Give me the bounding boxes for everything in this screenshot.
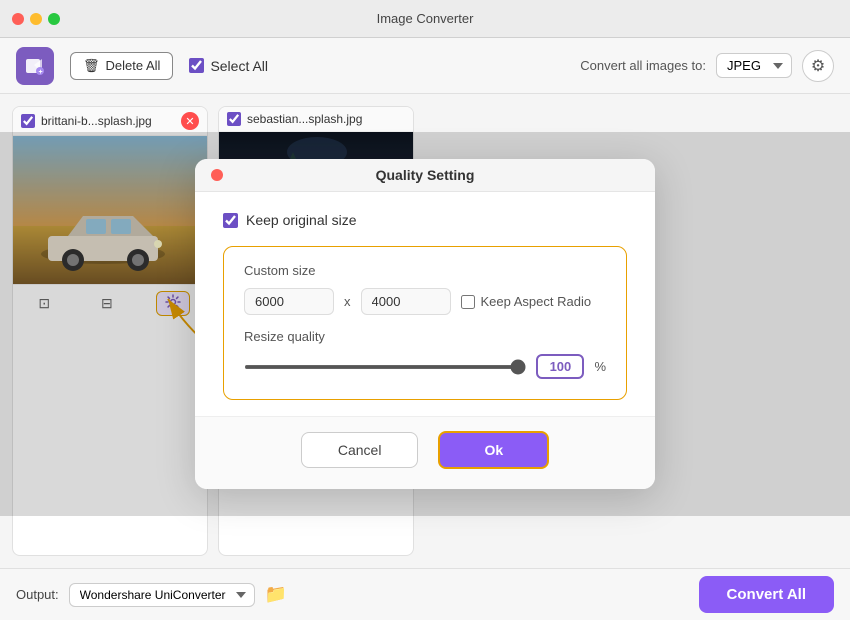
bottom-bar: Output: Wondershare UniConverter Desktop…: [0, 568, 850, 620]
filename-1: brittani-b...splash.jpg: [41, 114, 175, 128]
custom-size-label: Custom size: [244, 263, 606, 278]
quality-value-input[interactable]: [536, 354, 584, 379]
cancel-button[interactable]: Cancel: [301, 432, 419, 468]
keep-aspect-checkbox[interactable]: [461, 295, 475, 309]
slider-row: %: [244, 354, 606, 379]
output-path-select[interactable]: Wondershare UniConverter Desktop Downloa…: [69, 583, 255, 607]
app-title: Image Converter: [377, 11, 474, 26]
minimize-button[interactable]: [30, 13, 42, 25]
convert-label: Convert all images to:: [580, 58, 706, 73]
select-all-checkbox[interactable]: [189, 58, 204, 73]
height-input[interactable]: [361, 288, 451, 315]
filename-2: sebastian...splash.jpg: [247, 112, 405, 126]
maximize-button[interactable]: [48, 13, 60, 25]
keep-original-checkbox[interactable]: [223, 213, 238, 228]
size-section: Custom size x Keep Aspect Radio Resize q…: [223, 246, 627, 400]
delete-all-button[interactable]: 🗑 Delete All: [70, 52, 173, 80]
main-content: brittani-b...splash.jpg ✕: [0, 94, 850, 568]
svg-text:+: +: [39, 69, 43, 76]
size-inputs-row: x Keep Aspect Radio: [244, 288, 606, 315]
dialog-title: Quality Setting: [376, 167, 475, 183]
window-controls: [12, 13, 60, 25]
close-button[interactable]: [12, 13, 24, 25]
quality-slider[interactable]: [244, 365, 526, 369]
keep-aspect-text: Keep Aspect Radio: [481, 294, 592, 309]
toolbar: + 🗑 Delete All Select All Convert all im…: [0, 38, 850, 94]
format-select[interactable]: JPEG PNG WebP BMP TIFF: [716, 53, 792, 78]
size-x-separator: x: [344, 294, 351, 309]
select-all-text: Select All: [210, 58, 268, 74]
title-bar: Image Converter: [0, 0, 850, 38]
keep-aspect-label[interactable]: Keep Aspect Radio: [461, 294, 592, 309]
dialog-close-dot[interactable]: [211, 169, 223, 181]
toolbar-right: Convert all images to: JPEG PNG WebP BMP…: [580, 50, 834, 82]
settings-gear-button[interactable]: ⚙: [802, 50, 834, 82]
card-checkbox-1[interactable]: [21, 114, 35, 128]
dialog-footer: Cancel Ok: [195, 416, 655, 489]
quality-setting-dialog: Quality Setting Keep original size Custo…: [195, 159, 655, 489]
card-header-2: sebastian...splash.jpg: [219, 107, 413, 132]
dialog-body: Keep original size Custom size x Keep As…: [195, 192, 655, 416]
percent-sign: %: [594, 359, 606, 374]
convert-all-button[interactable]: Convert All: [699, 576, 834, 613]
select-all-label[interactable]: Select All: [189, 58, 268, 74]
close-card-1[interactable]: ✕: [181, 112, 199, 130]
modal-overlay: Quality Setting Keep original size Custo…: [0, 132, 850, 516]
logo-button[interactable]: +: [16, 47, 54, 85]
width-input[interactable]: [244, 288, 334, 315]
card-checkbox-2[interactable]: [227, 112, 241, 126]
delete-all-label: Delete All: [106, 58, 161, 73]
trash-icon: 🗑: [83, 58, 100, 74]
resize-quality-label: Resize quality: [244, 329, 606, 344]
folder-button[interactable]: 📁: [265, 584, 287, 605]
dialog-titlebar: Quality Setting: [195, 159, 655, 192]
keep-original-label: Keep original size: [246, 212, 357, 228]
output-label: Output:: [16, 587, 59, 602]
ok-button[interactable]: Ok: [438, 431, 549, 469]
keep-original-row: Keep original size: [223, 212, 627, 228]
